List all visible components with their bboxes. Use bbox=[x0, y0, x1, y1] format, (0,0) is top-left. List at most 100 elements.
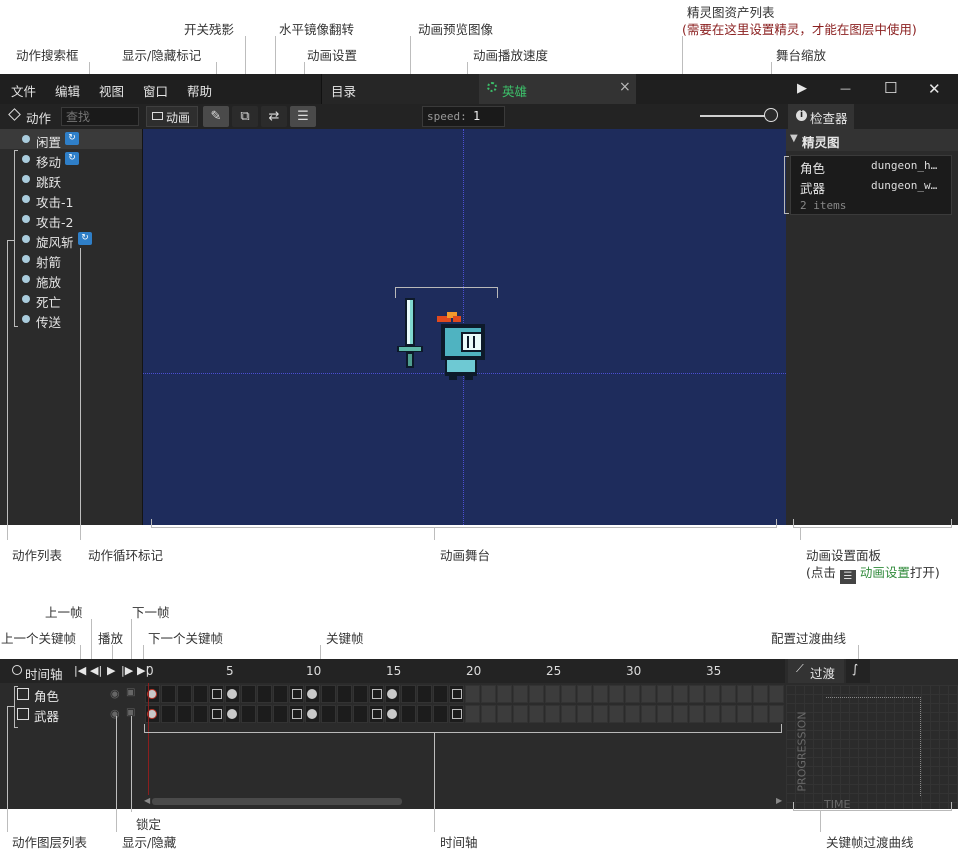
frame-cell[interactable] bbox=[609, 705, 624, 723]
tween-end-marker[interactable] bbox=[212, 709, 222, 719]
menu-help[interactable]: 帮助 bbox=[187, 81, 212, 100]
action-item[interactable]: 移动 ↻ bbox=[14, 149, 142, 170]
run-button[interactable]: ▶ bbox=[797, 81, 807, 96]
frame-cell[interactable] bbox=[689, 705, 704, 723]
frame-cell[interactable] bbox=[609, 685, 624, 703]
layer-row[interactable]: 角色 ◉ ▣ bbox=[14, 685, 142, 705]
tween-end-marker[interactable] bbox=[292, 709, 302, 719]
frame-cell[interactable] bbox=[337, 705, 352, 723]
frame-cell[interactable] bbox=[689, 685, 704, 703]
tween-end-marker[interactable] bbox=[452, 689, 462, 699]
frame-cell[interactable] bbox=[737, 685, 752, 703]
tween-end-marker[interactable] bbox=[372, 709, 382, 719]
play-button[interactable]: ▶ bbox=[107, 664, 115, 677]
frame-cell[interactable] bbox=[241, 705, 256, 723]
action-item[interactable]: 传送 bbox=[14, 309, 142, 330]
frame-cell[interactable] bbox=[401, 685, 416, 703]
frame-cell[interactable] bbox=[433, 685, 448, 703]
frame-cell[interactable] bbox=[529, 705, 544, 723]
timeline-scrollbar[interactable]: ◀ ▶ bbox=[144, 796, 785, 807]
keyframe-marker[interactable] bbox=[307, 709, 317, 719]
frame-cell[interactable] bbox=[417, 705, 432, 723]
zoom-slider-handle[interactable] bbox=[764, 108, 778, 122]
close-button[interactable]: ✕ bbox=[928, 80, 941, 98]
tween-end-marker[interactable] bbox=[372, 689, 382, 699]
frame-cell[interactable] bbox=[705, 685, 720, 703]
frame-cell[interactable] bbox=[561, 705, 576, 723]
action-item[interactable]: 死亡 bbox=[14, 289, 142, 310]
menu-file[interactable]: 文件 bbox=[11, 81, 36, 100]
tween-end-marker[interactable] bbox=[292, 689, 302, 699]
menu-edit[interactable]: 编辑 bbox=[55, 81, 80, 100]
frame-cell[interactable] bbox=[721, 685, 736, 703]
frame-cell[interactable] bbox=[433, 705, 448, 723]
anim-tab-button[interactable]: 动画 bbox=[146, 106, 198, 127]
frame-cell[interactable] bbox=[273, 685, 288, 703]
frame-cell[interactable] bbox=[673, 705, 688, 723]
minimize-button[interactable]: — bbox=[840, 82, 851, 95]
tween-end-marker[interactable] bbox=[452, 709, 462, 719]
zoom-slider-track[interactable] bbox=[700, 115, 772, 117]
keyframe-marker[interactable] bbox=[307, 689, 317, 699]
eye-icon[interactable]: ◉ bbox=[110, 707, 120, 720]
frame-cell[interactable] bbox=[497, 705, 512, 723]
curve-config-button[interactable]: ∫ bbox=[846, 659, 870, 683]
frame-cell[interactable] bbox=[673, 685, 688, 703]
prev-keyframe-button[interactable]: |◀ bbox=[74, 664, 86, 677]
frame-cell[interactable] bbox=[273, 705, 288, 723]
prev-frame-button[interactable]: ◀| bbox=[90, 664, 102, 677]
frame-cell[interactable] bbox=[705, 705, 720, 723]
frame-cell[interactable] bbox=[641, 685, 656, 703]
sprite-row[interactable]: 角色 dungeon_h… bbox=[791, 156, 951, 176]
sprite-row[interactable]: 武器 dungeon_w… bbox=[791, 176, 951, 196]
frame-cell[interactable] bbox=[753, 705, 768, 723]
frame-cell[interactable] bbox=[193, 685, 208, 703]
frame-cell[interactable] bbox=[161, 705, 176, 723]
frame-cell[interactable] bbox=[513, 685, 528, 703]
scrollbar-thumb[interactable] bbox=[152, 798, 402, 805]
frame-cell[interactable] bbox=[465, 685, 480, 703]
keyframe-marker[interactable] bbox=[387, 689, 397, 699]
scroll-left-icon[interactable]: ◀ bbox=[144, 796, 150, 805]
frame-cell[interactable] bbox=[177, 705, 192, 723]
frame-cell[interactable] bbox=[577, 705, 592, 723]
frame-cell[interactable] bbox=[497, 685, 512, 703]
frame-cell[interactable] bbox=[593, 685, 608, 703]
action-item[interactable]: 旋风斩 ↻ bbox=[14, 229, 142, 250]
keyframe-marker[interactable] bbox=[227, 689, 237, 699]
sprite-section-header[interactable]: ▼ 精灵图 bbox=[786, 129, 958, 151]
action-search-input[interactable] bbox=[61, 107, 139, 126]
action-item[interactable]: 射箭 bbox=[14, 249, 142, 270]
frame-cell[interactable] bbox=[545, 705, 560, 723]
frame-cell[interactable] bbox=[321, 705, 336, 723]
frame-cell[interactable] bbox=[465, 705, 480, 723]
onion-skin-button[interactable]: ✎ bbox=[203, 106, 229, 127]
frame-cell[interactable] bbox=[321, 685, 336, 703]
curve-graph[interactable]: PROGRESSION TIME bbox=[786, 685, 958, 811]
keyframe-marker[interactable] bbox=[387, 709, 397, 719]
frame-cell[interactable] bbox=[577, 685, 592, 703]
show-marks-button[interactable]: ⧉ bbox=[232, 106, 258, 127]
scroll-right-icon[interactable]: ▶ bbox=[776, 796, 782, 805]
frame-cell[interactable] bbox=[241, 685, 256, 703]
frame-cell[interactable] bbox=[161, 685, 176, 703]
action-item[interactable]: 攻击-2 bbox=[14, 209, 142, 230]
tab-close-icon[interactable]: × bbox=[619, 79, 631, 95]
frame-cell[interactable] bbox=[593, 705, 608, 723]
frame-cell[interactable] bbox=[529, 685, 544, 703]
action-item[interactable]: 跳跃 bbox=[14, 169, 142, 190]
frame-cell[interactable] bbox=[657, 685, 672, 703]
next-frame-button[interactable]: |▶ bbox=[121, 664, 133, 677]
frame-cell[interactable] bbox=[177, 685, 192, 703]
frame-cell[interactable] bbox=[625, 685, 640, 703]
menu-view[interactable]: 视图 bbox=[99, 81, 124, 100]
animation-stage[interactable] bbox=[142, 129, 787, 525]
frame-cell[interactable] bbox=[721, 705, 736, 723]
frame-cell[interactable] bbox=[337, 685, 352, 703]
layer-row[interactable]: 武器 ◉ ▣ bbox=[14, 705, 142, 725]
frame-cell[interactable] bbox=[625, 705, 640, 723]
mirror-flip-button[interactable]: ⇄ bbox=[261, 106, 287, 127]
frame-cell[interactable] bbox=[353, 705, 368, 723]
anim-settings-button[interactable]: ☰ bbox=[290, 106, 316, 127]
frame-cell[interactable] bbox=[769, 705, 784, 723]
